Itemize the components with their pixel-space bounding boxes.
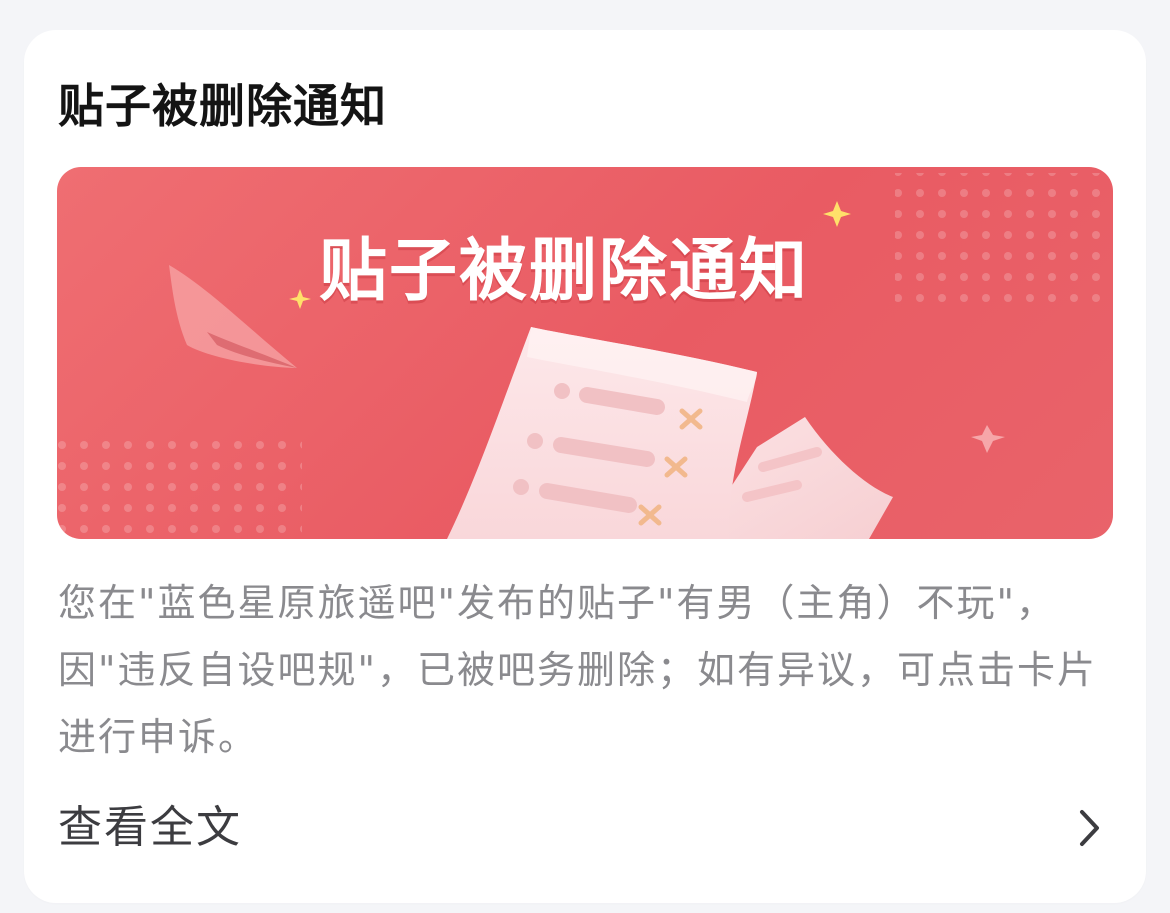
notification-message: 您在"蓝色星原旅遥吧"发布的贴子"有男（主角）不玩"，因"违反自设吧规"，已被吧…: [58, 581, 1097, 759]
banner-image: 贴子被删除通知: [57, 167, 1113, 539]
notification-card[interactable]: 贴子被删除通知 贴子被删除通知 您在"蓝色星原旅遥吧"发布的贴子"有男（主角）不…: [24, 30, 1146, 903]
card-title: 贴子被删除通知: [58, 79, 387, 133]
view-all-row[interactable]: 查看全文: [58, 792, 1114, 862]
banner-illustration: [57, 173, 1113, 539]
chevron-right-icon[interactable]: [1074, 806, 1104, 850]
banner-title: 贴子被删除通知: [319, 232, 810, 311]
view-all-link[interactable]: 查看全文: [58, 800, 242, 856]
